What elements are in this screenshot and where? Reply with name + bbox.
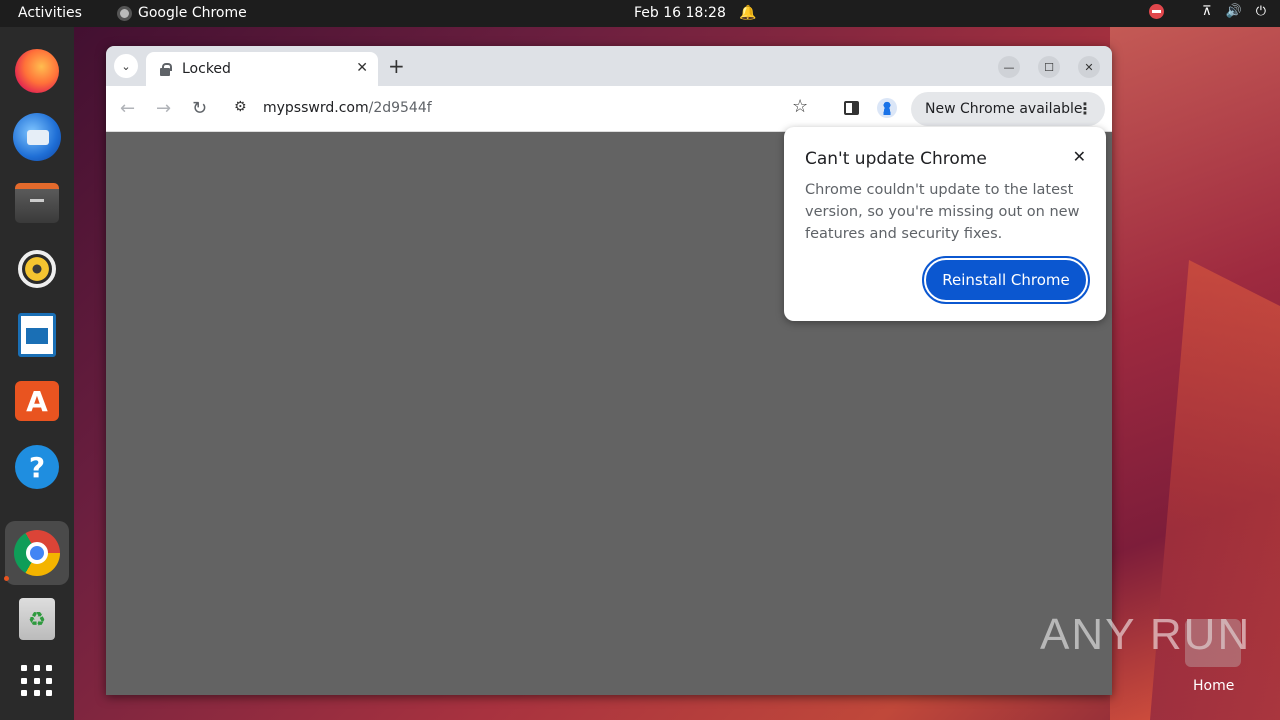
trash-icon: ♻ [19,598,55,640]
thunderbird-icon [13,113,61,161]
writer-icon [18,313,56,357]
update-chip[interactable]: New Chrome available ⋮ [911,92,1105,126]
activities-button[interactable]: Activities [18,5,82,21]
new-tab-button[interactable]: + [388,54,405,78]
system-tray[interactable]: ⊼ 🔊 ⏻ [1149,4,1266,19]
home-folder-icon[interactable] [1185,619,1241,667]
close-window-button[interactable]: ✕ [1078,56,1100,78]
dialog-body: Chrome couldn't update to the latest ver… [805,182,1080,242]
site-info-icon[interactable]: ⚙ [234,99,247,115]
power-icon[interactable]: ⏻ [1256,4,1266,19]
clock[interactable]: Feb 16 18:28 [634,5,726,21]
url-host: mypsswrd.com [263,100,369,116]
notification-bell-icon[interactable]: 🔔 [739,5,756,21]
back-arrow-icon[interactable]: ← [120,98,135,119]
tab-locked[interactable]: Locked ✕ [146,52,378,86]
dock-files[interactable] [13,179,61,227]
top-bar: Activities Google Chrome Feb 16 18:28 🔔 … [0,0,1280,27]
toolbar: ← → ↻ ⚙ mypsswrd.com/2d9544f ☆ New Chrom… [106,86,1112,132]
dock-firefox[interactable] [13,47,61,95]
dock: A ? ♻ [0,27,74,720]
tab-search-button[interactable]: ⌄ [114,54,138,78]
app-name: Google Chrome [138,5,247,21]
tab-close-icon[interactable]: ✕ [356,60,368,76]
update-error-dialog: Can't update Chrome ✕ Chrome couldn't up… [784,127,1106,321]
address-bar[interactable]: mypsswrd.com/2d9544f [263,100,432,116]
dock-thunderbird[interactable] [13,113,61,161]
profile-avatar-icon[interactable] [877,98,897,118]
files-icon [15,183,59,223]
rhythmbox-icon [18,250,56,288]
chrome-small-icon [117,5,132,21]
tab-strip: ⌄ Locked ✕ + — ☐ ✕ [106,46,1112,86]
lock-icon [158,62,172,76]
app-grid-icon [21,665,53,697]
dock-show-apps[interactable] [13,657,61,705]
dock-help[interactable]: ? [13,443,61,491]
app-menu[interactable]: Google Chrome [117,5,247,21]
side-panel-icon[interactable] [844,101,859,115]
maximize-button[interactable]: ☐ [1038,56,1060,78]
home-label: Home [1193,678,1235,694]
dock-rhythmbox[interactable] [13,245,61,293]
dock-app-center[interactable]: A [13,377,61,425]
running-indicator [4,576,9,581]
update-chip-label: New Chrome available [925,101,1083,117]
dock-trash[interactable]: ♻ [13,595,61,643]
chevron-down-icon: ⌄ [121,59,131,73]
volume-icon[interactable]: 🔊 [1226,4,1242,19]
kebab-menu-icon[interactable]: ⋮ [1077,99,1093,118]
dock-writer[interactable] [13,311,61,359]
close-icon[interactable]: ✕ [1073,147,1086,166]
help-icon: ? [15,445,59,489]
dock-chrome[interactable] [5,521,69,585]
dialog-title: Can't update Chrome [805,149,987,169]
do-not-disturb-icon[interactable] [1149,4,1164,19]
bookmark-star-icon[interactable]: ☆ [792,96,808,117]
chrome-icon [14,530,60,576]
reload-icon[interactable]: ↻ [192,98,207,119]
forward-arrow-icon[interactable]: → [156,98,171,119]
network-icon[interactable]: ⊼ [1202,4,1212,19]
url-path: /2d9544f [368,100,432,116]
minimize-button[interactable]: — [998,56,1020,78]
firefox-icon [15,49,59,93]
tab-title: Locked [182,61,231,77]
reinstall-chrome-button[interactable]: Reinstall Chrome [922,256,1090,304]
app-center-icon: A [15,381,59,421]
